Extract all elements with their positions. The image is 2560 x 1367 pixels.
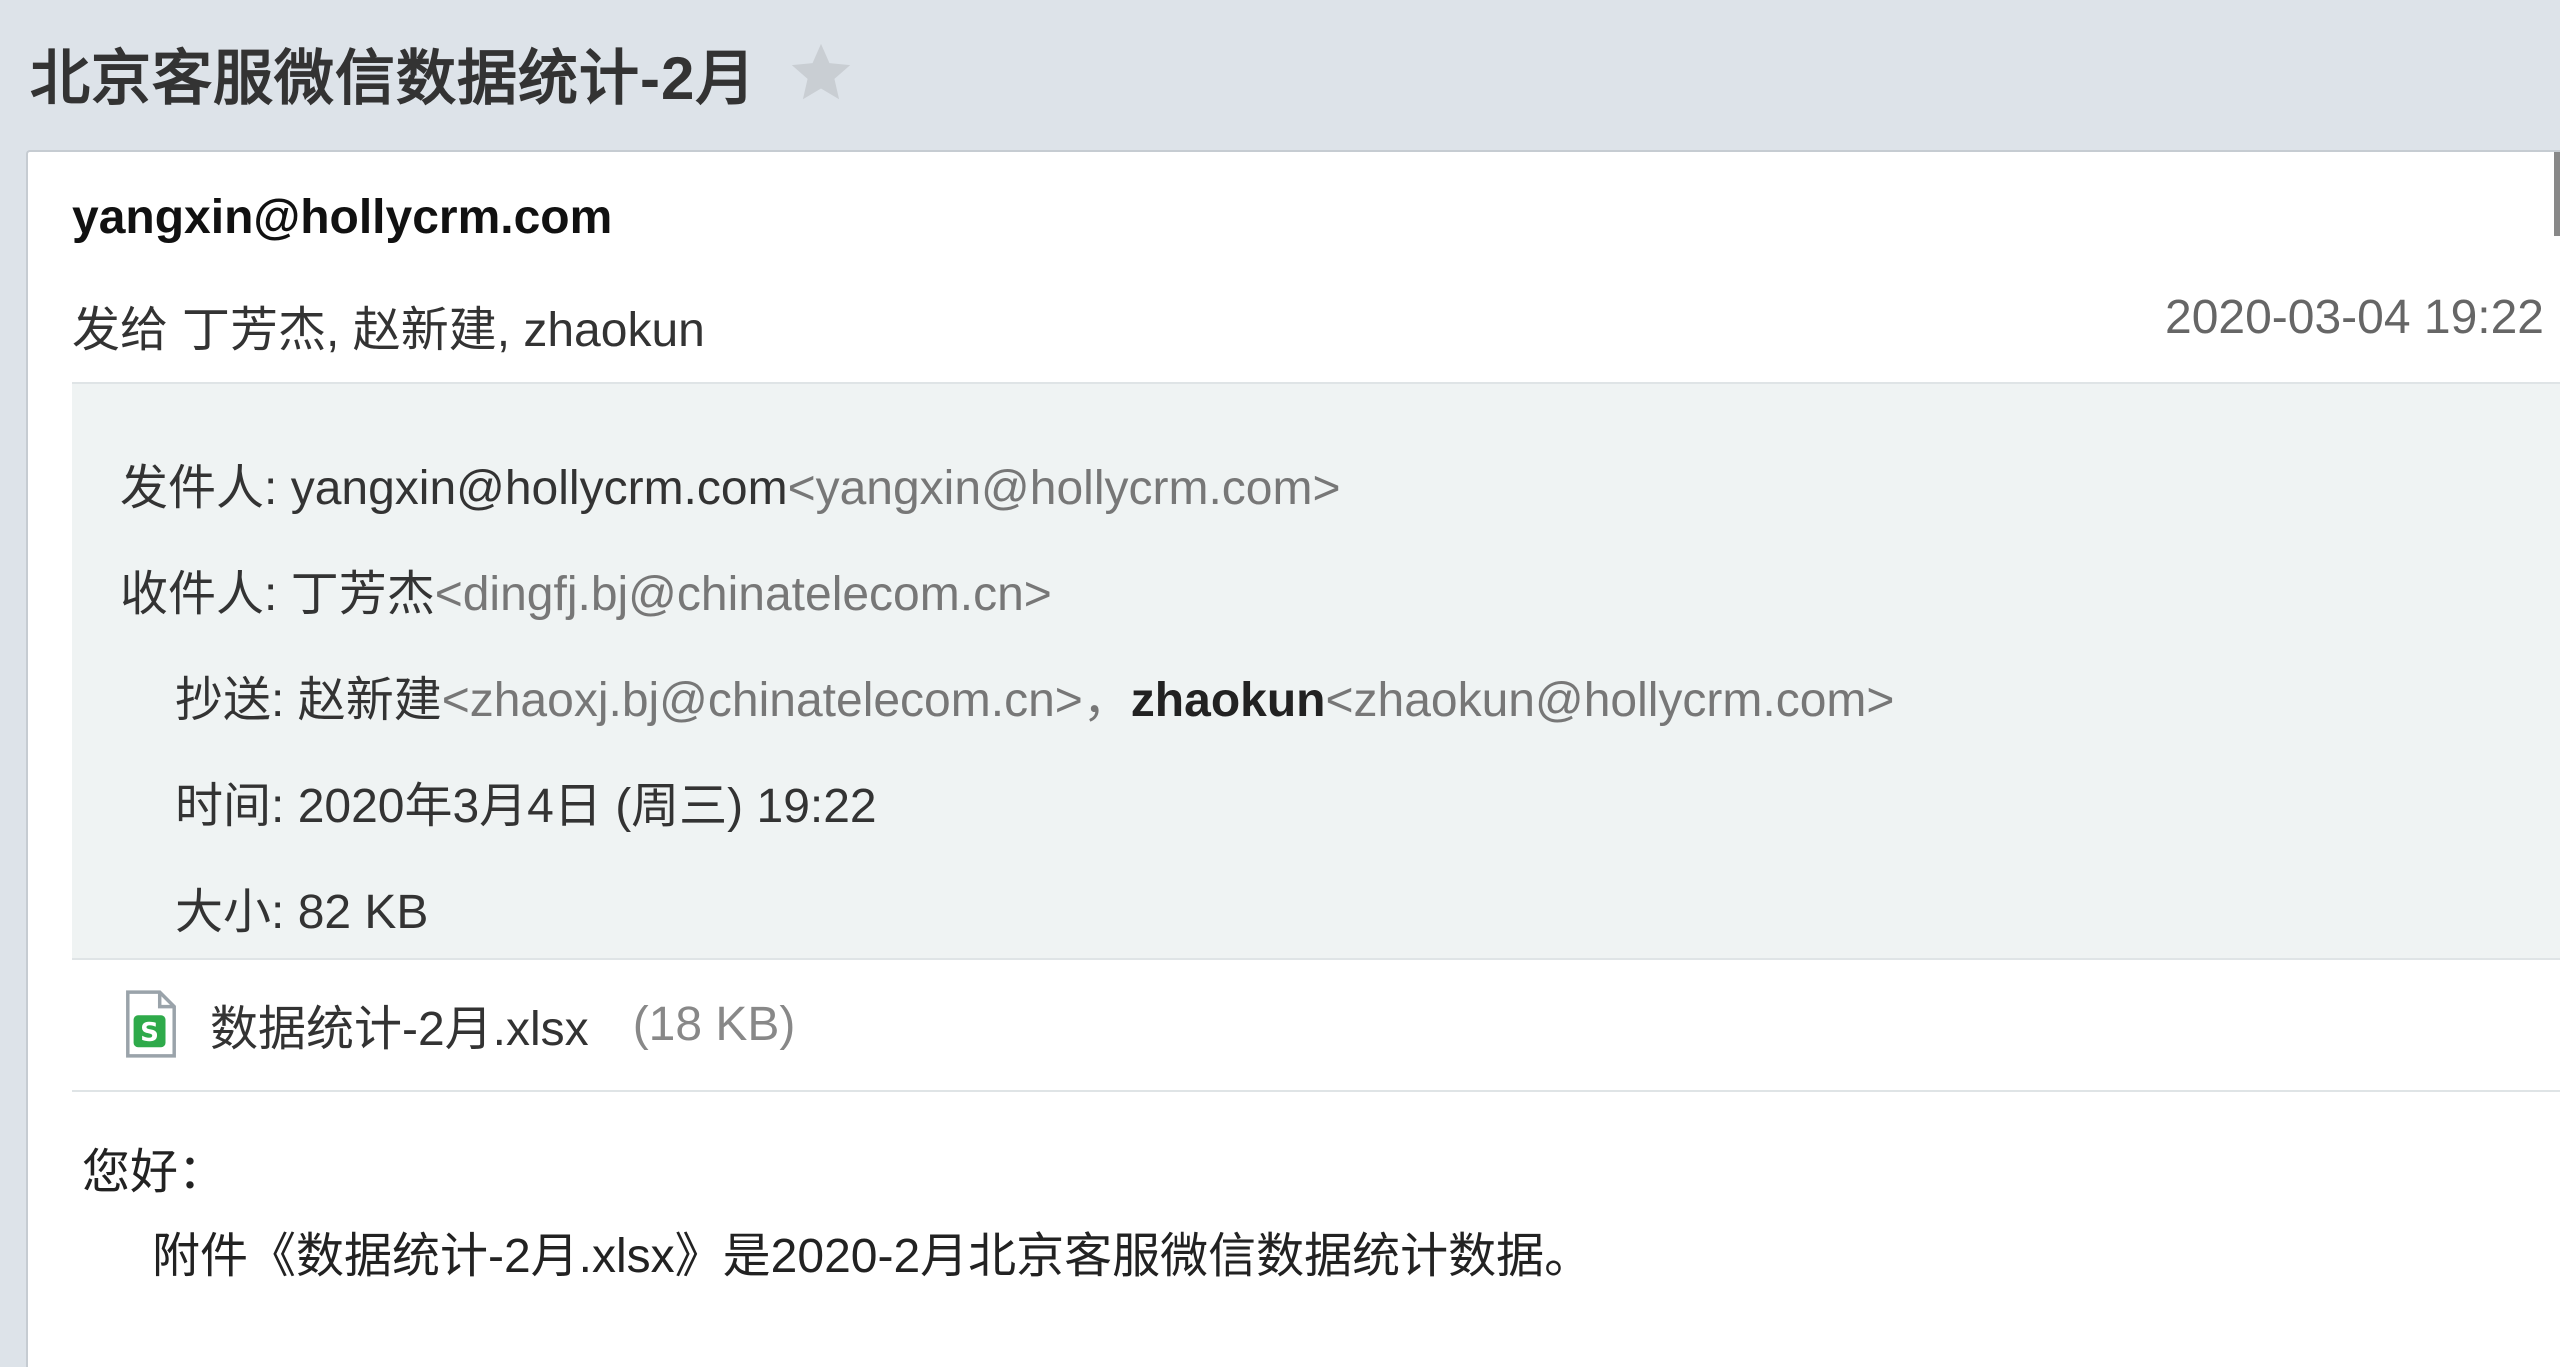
attachment-size: (18 KB) [632,997,796,1051]
mail-card: yangxin@hollycrm.com 发给 丁芳杰, 赵新建, zhaokun… [26,150,2560,1367]
subject-bar: 北京客服微信数据统计-2月 [30,28,856,118]
cc-address-1[interactable]: <zhaoxj.bj@chinatelecom.cn>， [442,674,1131,727]
size-value: 82 KB [297,886,429,939]
star-icon[interactable] [786,38,856,108]
svg-text:S: S [140,1018,159,1048]
mail-subject: 北京客服微信数据统计-2月 [30,44,757,112]
detail-from-row: 发件人: yangxin@hollycrm.com<yangxin@hollyc… [120,448,1341,518]
to-recipients: 丁芳杰, 赵新建, zhaokun [182,304,705,357]
cc-label: 抄送: [175,674,285,727]
cc-name-1[interactable]: 赵新建 [298,674,442,727]
attachment-name[interactable]: 数据统计-2月.xlsx [210,989,589,1059]
recipients-summary[interactable]: 发给 丁芳杰, 赵新建, zhaokun [72,290,705,360]
body-greeting: 您好： [82,1146,227,1199]
size-label: 大小: [175,886,285,939]
detail-to-row: 收件人: 丁芳杰<dingfj.bj@chinatelecom.cn> [120,554,1052,624]
from-address[interactable]: <yangxin@hollycrm.com> [788,462,1341,515]
time-label: 时间: [175,780,285,833]
from-label: 发件人: [120,462,278,515]
detail-cc-row: 抄送: 赵新建<zhaoxj.bj@chinatelecom.cn>，zhaok… [175,660,1894,730]
body-line: 附件《数据统计-2月.xlsx》是2020-2月北京客服微信数据统计数据。 [152,1230,1593,1283]
xlsx-file-icon: S [126,990,176,1058]
sender-address[interactable]: yangxin@hollycrm.com [72,190,612,245]
detail-size-row: 大小: 82 KB [175,872,428,942]
to-name[interactable]: 丁芳杰 [291,568,435,621]
detail-time-row: 时间: 2020年3月4日 (周三) 19:22 [175,766,877,836]
cc-address-2[interactable]: <zhaokun@hollycrm.com> [1325,674,1894,727]
attachment-item[interactable]: S 数据统计-2月.xlsx (18 KB) [72,958,2560,1092]
from-name[interactable]: yangxin@hollycrm.com [291,462,788,515]
mail-date: 2020-03-04 19:22 [2165,291,2544,344]
time-value: 2020年3月4日 (周三) 19:22 [297,780,877,833]
to-prefix: 发给 [72,304,169,357]
mail-details-panel: 发件人: yangxin@hollycrm.com<yangxin@hollyc… [72,382,2560,960]
scrollbar[interactable] [2554,152,2560,236]
to-address[interactable]: <dingfj.bj@chinatelecom.cn> [435,568,1052,621]
to-label: 收件人: [120,568,278,621]
cc-name-2[interactable]: zhaokun [1131,674,1326,727]
